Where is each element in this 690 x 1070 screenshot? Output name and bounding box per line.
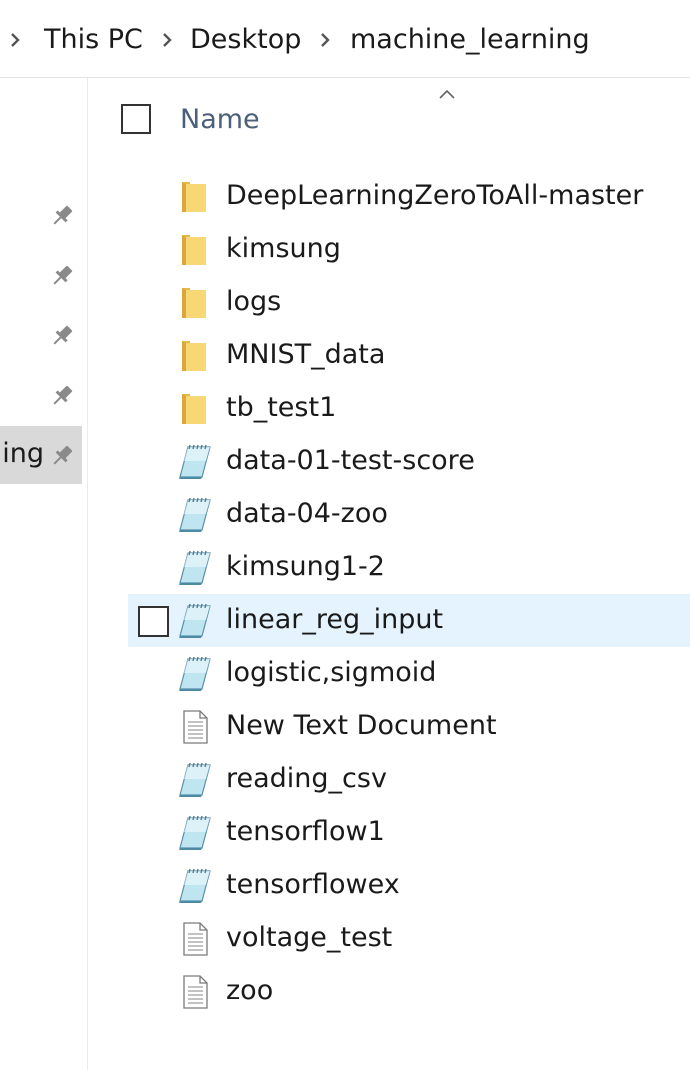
file-list: DeepLearningZeroToAll-master kimsung log… — [128, 170, 690, 1018]
notepad-file-icon — [179, 656, 211, 691]
file-name: voltage_test — [226, 922, 393, 953]
folder-icon — [182, 235, 206, 265]
pin-icon[interactable] — [48, 322, 76, 350]
file-row[interactable]: zoo — [128, 965, 690, 1018]
file-row[interactable]: reading_csv — [128, 753, 690, 806]
notepad-file-icon — [179, 550, 211, 585]
notepad-file-icon — [179, 603, 211, 638]
file-name: tb_test1 — [226, 392, 337, 423]
navigation-pane: ning — [0, 78, 88, 1070]
file-row[interactable]: New Text Document — [128, 700, 690, 753]
file-row[interactable]: logs — [128, 276, 690, 329]
file-name: kimsung1-2 — [226, 551, 385, 582]
file-name: logs — [226, 286, 282, 317]
text-file-icon — [183, 710, 208, 744]
file-row[interactable]: tensorflow1 — [128, 806, 690, 859]
notepad-file-icon — [179, 444, 211, 479]
file-name: zoo — [226, 975, 274, 1006]
file-row[interactable]: kimsung — [128, 223, 690, 276]
file-row[interactable]: logistic,sigmoid — [128, 647, 690, 700]
folder-icon — [182, 394, 206, 424]
file-row[interactable]: linear_reg_input — [128, 594, 690, 647]
folder-icon — [182, 341, 206, 371]
file-name: tensorflow1 — [226, 816, 385, 847]
notepad-file-icon — [179, 815, 211, 850]
file-name: MNIST_data — [226, 339, 386, 370]
file-row[interactable]: tensorflowex — [128, 859, 690, 912]
file-name: New Text Document — [226, 710, 497, 741]
chevron-right-icon[interactable] — [318, 32, 332, 48]
breadcrumb-machine-learning[interactable]: machine_learning — [350, 22, 590, 58]
nav-item-label: ning — [0, 438, 44, 469]
breadcrumb: This PC Desktop machine_learning — [0, 0, 690, 78]
notepad-file-icon — [179, 762, 211, 797]
file-row[interactable]: voltage_test — [128, 912, 690, 965]
folder-icon — [182, 182, 206, 212]
breadcrumb-this-pc[interactable]: This PC — [44, 22, 143, 58]
file-name: linear_reg_input — [226, 604, 444, 635]
row-checkbox[interactable] — [138, 606, 169, 637]
file-name: logistic,sigmoid — [226, 657, 437, 688]
file-row[interactable]: DeepLearningZeroToAll-master — [128, 170, 690, 223]
file-name: tensorflowex — [226, 869, 400, 900]
file-name: data-04-zoo — [226, 498, 388, 529]
file-row[interactable]: tb_test1 — [128, 382, 690, 435]
file-row[interactable]: kimsung1-2 — [128, 541, 690, 594]
text-file-icon — [183, 975, 208, 1009]
column-header-name[interactable]: Name — [180, 102, 260, 138]
sort-ascending-icon — [439, 89, 455, 99]
file-name: reading_csv — [226, 763, 387, 794]
pin-icon[interactable] — [48, 382, 76, 410]
pin-icon[interactable] — [48, 262, 76, 290]
file-name: data-01-test-score — [226, 445, 475, 476]
notepad-file-icon — [179, 868, 211, 903]
notepad-file-icon — [179, 497, 211, 532]
file-name: DeepLearningZeroToAll-master — [226, 180, 644, 211]
chevron-right-icon[interactable] — [160, 32, 174, 48]
text-file-icon — [183, 922, 208, 956]
breadcrumb-desktop[interactable]: Desktop — [190, 22, 301, 58]
chevron-right-icon[interactable] — [8, 32, 22, 48]
file-row[interactable]: data-04-zoo — [128, 488, 690, 541]
folder-icon — [182, 288, 206, 318]
file-name: kimsung — [226, 233, 341, 264]
pin-icon[interactable] — [48, 202, 76, 230]
file-row[interactable]: data-01-test-score — [128, 435, 690, 488]
pin-icon[interactable] — [48, 442, 76, 470]
select-all-checkbox[interactable] — [121, 104, 151, 134]
file-row[interactable]: MNIST_data — [128, 329, 690, 382]
